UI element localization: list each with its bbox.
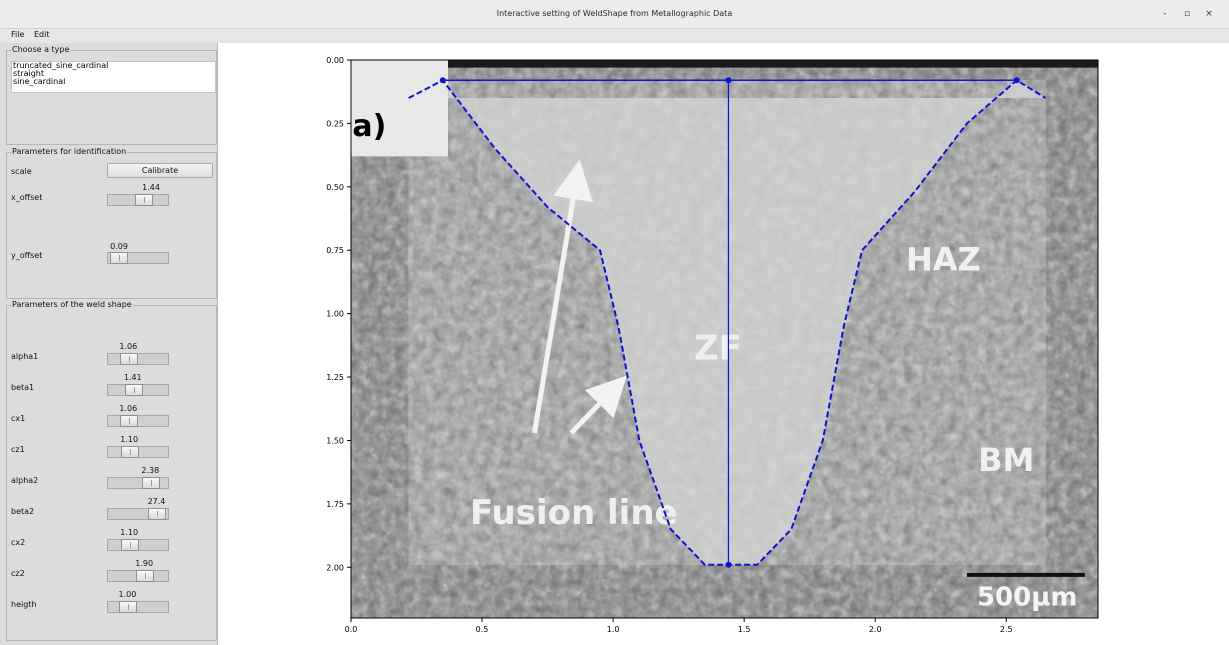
close-icon[interactable]: × bbox=[1202, 7, 1216, 21]
menu-bar: File Edit bbox=[0, 29, 1229, 43]
slider-thumb[interactable] bbox=[135, 194, 154, 206]
slider-thumb[interactable] bbox=[109, 252, 128, 264]
calibrate-button[interactable]: Calibrate bbox=[107, 163, 213, 178]
maximize-icon[interactable]: ▫ bbox=[1180, 7, 1194, 21]
control-point[interactable] bbox=[439, 77, 446, 84]
param-slider[interactable] bbox=[107, 384, 169, 396]
param-slider[interactable] bbox=[107, 477, 169, 489]
haz-label: HAZ bbox=[906, 241, 981, 279]
y-tick-label: 1.75 bbox=[326, 500, 344, 509]
param-slider[interactable] bbox=[107, 415, 169, 427]
window-title: Interactive setting of WeldShape from Me… bbox=[496, 9, 733, 18]
x-tick-label: 1.5 bbox=[738, 625, 751, 632]
param-label: beta2 bbox=[11, 507, 35, 516]
param-slider[interactable] bbox=[107, 353, 169, 365]
param-slider[interactable] bbox=[107, 446, 169, 458]
panel-label: a) bbox=[352, 109, 386, 144]
weld-plot[interactable]: 0.0 0.5 1.0 1.5 2.0 2.5 0.00 0.25 0.50 0.75 1.00 1.… bbox=[323, 52, 1103, 632]
type-listbox[interactable]: truncated_sine_cardinal straight sine_ca… bbox=[11, 61, 216, 93]
slider-thumb[interactable] bbox=[120, 353, 139, 365]
menu-edit[interactable]: Edit bbox=[34, 30, 50, 39]
x-tick-label: 2.5 bbox=[1000, 625, 1013, 632]
y-tick-label: 2.00 bbox=[326, 563, 344, 572]
param-value: 1.00 bbox=[118, 590, 137, 599]
param-value: 1.10 bbox=[120, 528, 139, 537]
y-tick-label: 1.25 bbox=[326, 373, 344, 382]
x-tick-label: 0.5 bbox=[476, 625, 489, 632]
type-group: Choose a type truncated_sine_cardinal st… bbox=[6, 45, 217, 145]
param-slider[interactable] bbox=[107, 570, 169, 582]
slider-thumb[interactable] bbox=[119, 601, 138, 613]
menu-file[interactable]: File bbox=[11, 30, 24, 39]
fusion-line-label: Fusion line bbox=[470, 493, 678, 533]
y-offset-value: 0.09 bbox=[110, 242, 128, 251]
param-slider[interactable] bbox=[107, 601, 169, 613]
bm-label: BM bbox=[978, 441, 1034, 479]
param-value: 1.90 bbox=[135, 559, 154, 568]
y-tick-label: 1.50 bbox=[326, 436, 344, 445]
slider-thumb[interactable] bbox=[124, 384, 143, 396]
param-label: cz1 bbox=[11, 445, 25, 454]
identification-group-title: Parameters for identification bbox=[11, 147, 128, 157]
param-slider[interactable] bbox=[107, 508, 169, 520]
param-value: 1.10 bbox=[120, 435, 139, 444]
weld-shape-group-title: Parameters of the weld shape bbox=[11, 300, 133, 310]
y-tick-label: 1.00 bbox=[326, 310, 344, 319]
param-label: alpha1 bbox=[11, 352, 39, 361]
type-group-title: Choose a type bbox=[11, 45, 71, 55]
control-point[interactable] bbox=[1013, 77, 1020, 84]
weld-shape-group: Parameters of the weld shape alpha1 1.06 b… bbox=[6, 300, 217, 641]
identification-group: Parameters for identification scale Cali… bbox=[6, 147, 217, 299]
slider-thumb[interactable] bbox=[121, 539, 140, 551]
x-tick-label: 1.0 bbox=[607, 625, 620, 632]
param-label: heigth bbox=[11, 600, 37, 609]
control-panel: Choose a type truncated_sine_cardinal st… bbox=[0, 43, 218, 645]
param-label: cx1 bbox=[11, 414, 26, 423]
x-offset-slider[interactable] bbox=[107, 194, 169, 206]
y-tick-label: 0.00 bbox=[326, 56, 344, 65]
surface-strip bbox=[447, 60, 1098, 68]
y-tick-label: 0.75 bbox=[326, 246, 344, 255]
x-offset-value: 1.44 bbox=[142, 183, 160, 192]
title-bar: Interactive setting of WeldShape from Me… bbox=[0, 0, 1229, 29]
minimize-icon[interactable]: - bbox=[1158, 7, 1172, 21]
control-point[interactable] bbox=[725, 77, 732, 84]
param-slider[interactable] bbox=[107, 539, 169, 551]
y-tick-label: 0.25 bbox=[326, 119, 344, 128]
y-tick-label: 0.50 bbox=[326, 183, 344, 192]
control-point[interactable] bbox=[725, 561, 732, 568]
param-value: 27.4 bbox=[147, 497, 166, 506]
param-value: 1.06 bbox=[119, 342, 138, 351]
param-label: cz2 bbox=[11, 569, 25, 578]
x-offset-label: x_offset bbox=[11, 193, 43, 202]
scale-label: scale bbox=[11, 167, 32, 176]
y-offset-slider[interactable] bbox=[107, 252, 169, 264]
fz-label: ZF bbox=[694, 328, 742, 368]
param-value: 1.41 bbox=[123, 373, 142, 382]
slider-thumb[interactable] bbox=[148, 508, 167, 520]
param-label: beta1 bbox=[11, 383, 35, 392]
param-label: cx2 bbox=[11, 538, 26, 547]
x-tick-label: 0.0 bbox=[345, 625, 358, 632]
slider-thumb[interactable] bbox=[142, 477, 161, 489]
param-value: 1.06 bbox=[119, 404, 138, 413]
slider-thumb[interactable] bbox=[136, 570, 155, 582]
x-tick-label: 2.0 bbox=[869, 625, 882, 632]
slider-thumb[interactable] bbox=[120, 415, 139, 427]
scale-bar-label: 500µm bbox=[977, 582, 1078, 612]
slider-thumb[interactable] bbox=[121, 446, 140, 458]
type-option-sine-cardinal[interactable]: sine_cardinal bbox=[12, 78, 215, 86]
param-label: alpha2 bbox=[11, 476, 39, 485]
param-value: 2.38 bbox=[141, 466, 160, 475]
y-offset-label: y_offset bbox=[11, 251, 43, 260]
